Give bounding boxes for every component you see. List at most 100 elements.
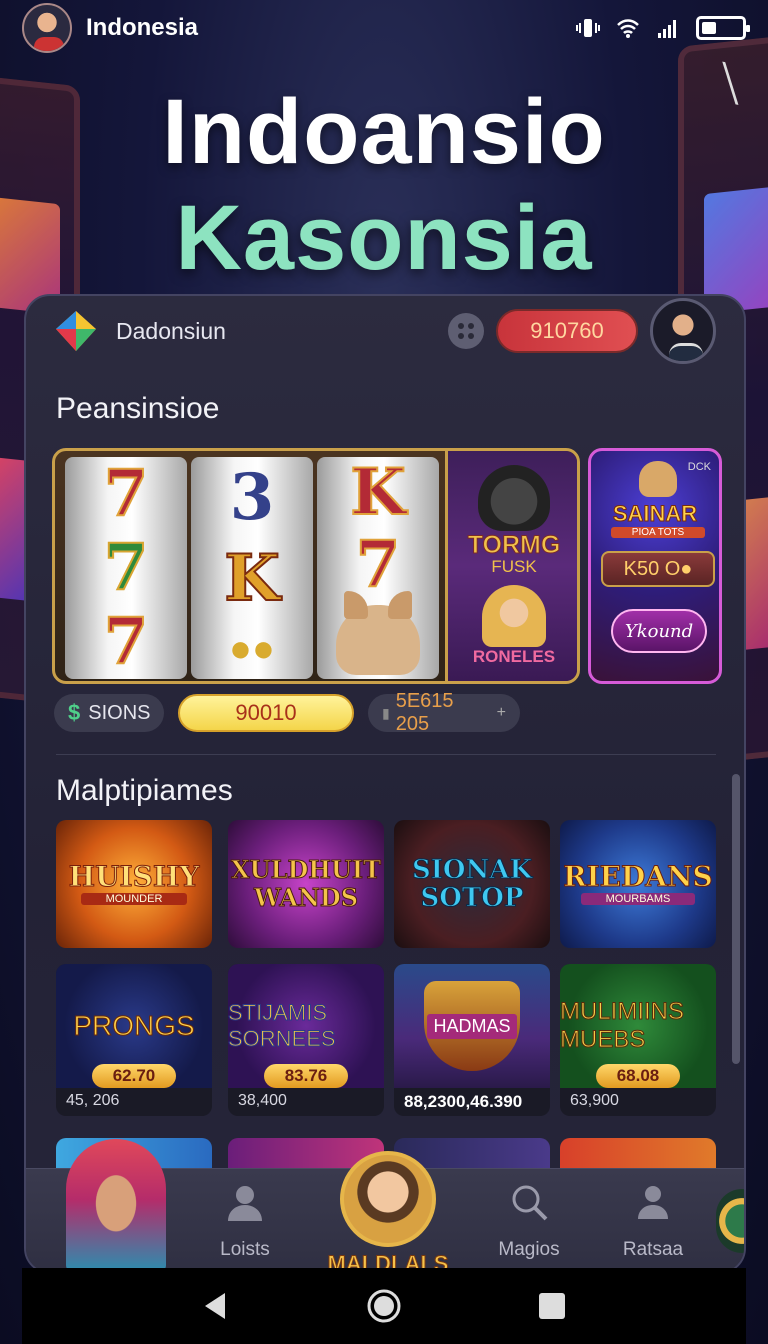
reel-symbol: K [223, 540, 281, 616]
character-avatar[interactable] [66, 1139, 166, 1272]
game-tile[interactable]: RIEDANS MOURBAMS [560, 820, 716, 948]
game-title: SIONAK SOTOP [411, 855, 533, 913]
promo-subtitle: PIOA TOTS [611, 527, 705, 538]
hero-title-line2: Kasonsia [175, 187, 593, 289]
game-tile[interactable]: HUISHY MOUNDER [56, 820, 212, 948]
amount-chip[interactable]: 90010 [178, 694, 354, 732]
promo-title: SAINAR [612, 501, 698, 527]
shield-icon: HADMAS [424, 981, 520, 1071]
battery-icon [696, 16, 750, 40]
user-icon [222, 1179, 268, 1225]
game-tile[interactable]: HADMAS 88,2300,46.390 [394, 964, 550, 1116]
game-tile[interactable]: SIONAK SOTOP [394, 820, 550, 948]
spins-label: SIONS [88, 701, 151, 724]
diamond-logo-icon [54, 309, 98, 353]
game-title: RIEDANS [563, 860, 714, 893]
slot-reel-2: 3 K ●● [191, 457, 313, 679]
featured-slot-banner[interactable]: 7 7 7 3 K ●● K 7 TORMG FUSK RONELES [52, 448, 580, 684]
profile-avatar[interactable] [650, 298, 716, 364]
slot-reel-1: 7 7 7 [65, 457, 187, 679]
brand-name: Dadonsiun [116, 317, 226, 344]
scrollbar[interactable] [732, 774, 740, 1064]
featured-side-panel: TORMG FUSK RONELES [445, 451, 577, 681]
status-bar: Indonesia [0, 0, 768, 56]
nav-item-main[interactable]: MALDLALS [324, 1151, 452, 1272]
game-player-count: 63,900 [570, 1092, 619, 1109]
bonus-chip[interactable]: ▮ 5E615 205 + [368, 690, 520, 735]
reel-symbol: 3 [229, 459, 275, 535]
section-title-multigames: Malptipiames [56, 774, 233, 807]
promo-tag: DCK [687, 461, 711, 473]
game-title: HUISHY [68, 860, 200, 893]
reel-symbol: 7 [355, 527, 402, 602]
promo-card[interactable]: DCK SAINAR PIOA TOTS K50 O● Ykound [588, 448, 722, 684]
cat-icon [639, 461, 677, 497]
side-panel-footer: RONELES [472, 647, 556, 666]
game-tile[interactable]: MULIMIINS MUEBS 68.08 63,900 [560, 964, 716, 1116]
game-subtitle: MOUNDER [80, 893, 188, 905]
status-country: Indonesia [86, 14, 199, 41]
dog-icon [336, 591, 420, 675]
game-title: MULIMIINS MUEBS [560, 998, 685, 1054]
promo-button[interactable]: Ykound [611, 609, 707, 653]
bonus-prefix-icon: ▮ [382, 704, 390, 721]
side-panel-subtitle: FUSK [491, 557, 537, 576]
nav-label: Magios [498, 1239, 560, 1260]
nav-item-lobby[interactable]: Loists [190, 1179, 300, 1261]
dice-button[interactable] [448, 313, 484, 349]
game-price: 83.76 [264, 1064, 348, 1088]
casino-app-card: Dadonsiun 910760 Peansinsioe 7 7 7 3 K ●… [24, 294, 746, 1274]
coin-icon[interactable] [716, 1189, 744, 1253]
game-tile-peek[interactable] [560, 1138, 716, 1168]
game-tile[interactable]: STIJAMIS SORNEES 83.76 38,400 [228, 964, 384, 1116]
spins-chip[interactable]: $ SIONS [54, 694, 164, 732]
profile-icon [630, 1179, 676, 1225]
reel-symbol: 7 [103, 530, 150, 605]
game-tile[interactable]: PRONGS 62.70 45, 206 [56, 964, 212, 1116]
nav-label: Loists [220, 1239, 270, 1260]
nav-item-magic[interactable]: Magios [474, 1179, 584, 1261]
reel-symbol: K [349, 455, 407, 530]
game-title: STIJAMIS SORNEES [228, 1000, 336, 1052]
back-button[interactable] [196, 1286, 236, 1326]
home-button[interactable] [364, 1286, 404, 1326]
character-icon [482, 585, 546, 647]
game-price: 68.08 [596, 1064, 680, 1088]
status-avatar[interactable] [22, 3, 72, 53]
reel-symbol: 7 [103, 456, 150, 531]
wifi-icon [617, 19, 639, 38]
recents-button[interactable] [532, 1286, 572, 1326]
bonus-value: 5E615 205 [395, 690, 454, 735]
hero-title: Indoansio Kasonsia [0, 82, 768, 288]
game-player-count: 45, 206 [66, 1092, 120, 1109]
plus-icon: + [496, 704, 506, 721]
bottom-nav: Loists MALDLALS Magios Ratsaa [26, 1139, 744, 1272]
dice-icon [458, 323, 474, 339]
balance-display[interactable]: 910760 [496, 309, 638, 353]
game-player-count: 38,400 [238, 1092, 287, 1109]
game-subtitle: MOURBAMS [581, 893, 695, 905]
avatar-icon [340, 1151, 436, 1247]
promo-value: K50 O● [601, 551, 715, 587]
nav-label: Ratsaa [622, 1239, 684, 1260]
side-panel-title: TORMG [467, 531, 561, 559]
stats-chips-row: $ SIONS 90010 ▮ 5E615 205 + [54, 690, 520, 735]
game-tile[interactable]: XULDHUIT WANDS [228, 820, 384, 948]
app-header: Dadonsiun 910760 [26, 296, 744, 366]
reel-symbol: 7 [103, 604, 150, 679]
magnifier-icon [506, 1179, 552, 1225]
panther-icon [478, 465, 550, 531]
signal-icon [658, 20, 676, 38]
dollar-icon: $ [68, 700, 81, 725]
system-nav-bar [22, 1268, 746, 1344]
back-icon [205, 1293, 225, 1319]
game-title: HADMAS [427, 1013, 517, 1039]
divider [56, 754, 716, 755]
hero-title-line1: Indoansio [162, 81, 606, 183]
nav-item-profile[interactable]: Ratsaa [598, 1179, 708, 1261]
game-title: XULDHUIT WANDS [231, 855, 382, 912]
game-title: PRONGS [73, 1010, 195, 1042]
game-player-count: 88,2300,46.390 [404, 1092, 523, 1111]
recents-icon [539, 1293, 565, 1319]
game-price: 62.70 [92, 1064, 176, 1088]
